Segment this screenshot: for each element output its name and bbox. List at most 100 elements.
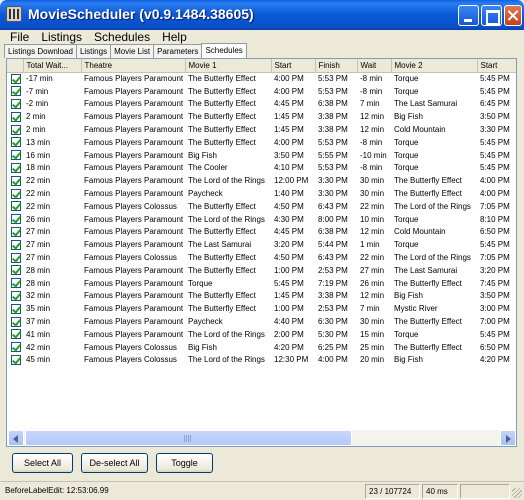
horizontal-scrollbar[interactable] xyxy=(8,430,516,446)
column-header[interactable]: Movie 2 xyxy=(391,59,478,73)
tab-listings-download[interactable]: Listings Download xyxy=(4,44,77,58)
row-checkbox[interactable] xyxy=(11,162,21,173)
table-row[interactable]: 32 min Famous Players Paramount The Butter… xyxy=(7,290,516,303)
row-checkbox[interactable] xyxy=(11,265,21,276)
table-cell: 1:00 PM xyxy=(274,304,304,314)
table-row[interactable]: 22 min Famous Players Colossus The Butterf… xyxy=(7,200,516,213)
table-cell: 4:00 PM xyxy=(480,189,510,199)
table-row[interactable]: 35 min Famous Players Paramount The Butter… xyxy=(7,302,516,315)
row-checkbox[interactable] xyxy=(11,98,21,109)
table-cell: 4:00 PM xyxy=(274,137,304,147)
table-row[interactable]: 18 min Famous Players Paramount The Cooler… xyxy=(7,162,516,175)
table-row[interactable]: 26 min Famous Players Paramount The Lord o… xyxy=(7,213,516,226)
table-cell: Famous Players Colossus xyxy=(84,342,177,352)
row-checkbox[interactable] xyxy=(11,111,21,122)
column-header[interactable] xyxy=(7,59,24,73)
row-checkbox[interactable] xyxy=(11,124,21,135)
table-cell: -8 min xyxy=(360,86,383,96)
table-cell: 6:25 PM xyxy=(318,342,348,352)
table-row[interactable]: 28 min Famous Players Paramount Torque 5:45… xyxy=(7,277,516,290)
scroll-right-button[interactable] xyxy=(500,430,516,446)
schedule-grid[interactable]: Total Wait... Theatre Movie 1 Start Finish Wa… xyxy=(6,58,517,447)
menu-listings[interactable]: Listings xyxy=(35,30,88,44)
table-row[interactable]: 13 min Famous Players Paramount The Butter… xyxy=(7,136,516,149)
table-row[interactable]: 42 min Famous Players Colossus Big Fish 4:2… xyxy=(7,341,516,354)
row-checkbox[interactable] xyxy=(11,175,21,186)
row-checkbox[interactable] xyxy=(11,239,21,250)
row-checkbox[interactable] xyxy=(11,137,21,148)
menu-help[interactable]: Help xyxy=(156,30,193,44)
table-row[interactable]: 22 min Famous Players Paramount The Lord o… xyxy=(7,174,516,187)
row-checkbox[interactable] xyxy=(11,86,21,97)
table-cell: 12 min xyxy=(360,291,385,301)
table-row[interactable]: 45 min Famous Players Colossus The Lord of… xyxy=(7,354,516,367)
column-header[interactable]: Total Wait... xyxy=(23,59,82,73)
table-row[interactable]: -7 min Famous Players Paramount The Butter… xyxy=(7,85,516,98)
table-row[interactable]: 27 min Famous Players Paramount The Butter… xyxy=(7,226,516,239)
tab-schedules[interactable]: Schedules xyxy=(201,43,247,58)
row-checkbox[interactable] xyxy=(11,278,21,289)
resize-grip[interactable] xyxy=(512,488,522,498)
title-bar[interactable]: MovieScheduler (v0.9.1484.38605) xyxy=(0,0,524,30)
tab-movie-list[interactable]: Movie List xyxy=(110,44,155,58)
maximize-button[interactable] xyxy=(481,5,502,26)
menu-schedules[interactable]: Schedules xyxy=(88,30,156,44)
table-cell: 4:00 PM xyxy=(318,355,348,365)
row-checkbox[interactable] xyxy=(11,214,21,225)
table-cell: 6:50 PM xyxy=(480,342,510,352)
deselect-all-button[interactable]: De-select All xyxy=(81,453,148,473)
minimize-button[interactable] xyxy=(458,5,479,26)
table-row[interactable]: 27 min Famous Players Paramount The Last S… xyxy=(7,238,516,251)
row-checkbox-cell xyxy=(7,187,23,200)
row-checkbox[interactable] xyxy=(11,354,21,365)
row-checkbox[interactable] xyxy=(11,290,21,301)
table-row[interactable]: 2 min Famous Players Paramount The Butterf… xyxy=(7,123,516,136)
row-checkbox[interactable] xyxy=(11,226,21,237)
table-cell: 4:20 PM xyxy=(274,342,304,352)
row-checkbox[interactable] xyxy=(11,303,21,314)
table-cell: Famous Players Paramount xyxy=(84,163,184,173)
table-row[interactable]: -2 min Famous Players Paramount The Butter… xyxy=(7,98,516,111)
table-row[interactable]: 16 min Famous Players Paramount Big Fish 3:… xyxy=(7,149,516,162)
table-row[interactable]: 2 min Famous Players Paramount The Butterf… xyxy=(7,110,516,123)
select-all-button[interactable]: Select All xyxy=(12,453,73,473)
toggle-button[interactable]: Toggle xyxy=(156,453,213,473)
tab-parameters[interactable]: Parameters xyxy=(153,44,203,58)
table-cell: Torque xyxy=(394,74,419,84)
table-cell: Big Fish xyxy=(188,342,217,352)
table-row[interactable]: -17 min Famous Players Paramount The Butte… xyxy=(7,72,516,85)
table-cell: 2:53 PM xyxy=(318,304,348,314)
row-checkbox[interactable] xyxy=(11,201,21,212)
row-checkbox-cell xyxy=(7,72,23,85)
table-cell: 27 min xyxy=(26,227,51,237)
table-row[interactable]: 27 min Famous Players Colossus The Butterf… xyxy=(7,251,516,264)
table-cell: 13 min xyxy=(26,137,51,147)
column-header[interactable]: Wait xyxy=(357,59,392,73)
column-header[interactable]: Start xyxy=(271,59,316,73)
column-header[interactable]: Finish xyxy=(315,59,358,73)
close-button[interactable] xyxy=(504,5,522,26)
table-cell: Big Fish xyxy=(394,112,423,122)
column-header[interactable]: Start xyxy=(477,59,516,73)
row-checkbox[interactable] xyxy=(11,252,21,263)
table-cell: 4:00 PM xyxy=(480,176,510,186)
menu-file[interactable]: File xyxy=(4,30,35,44)
table-row[interactable]: 41 min Famous Players Paramount The Lord o… xyxy=(7,328,516,341)
scroll-thumb[interactable] xyxy=(25,430,352,446)
row-checkbox[interactable] xyxy=(11,150,21,161)
table-cell: Famous Players Paramount xyxy=(84,317,184,327)
table-row[interactable]: 22 min Famous Players Paramount Paycheck 1:… xyxy=(7,187,516,200)
row-checkbox[interactable] xyxy=(11,188,21,199)
scroll-left-button[interactable] xyxy=(8,430,24,446)
row-checkbox[interactable] xyxy=(11,329,21,340)
row-checkbox[interactable] xyxy=(11,342,21,353)
table-row[interactable]: 37 min Famous Players Paramount Paycheck 4:… xyxy=(7,315,516,328)
column-header[interactable]: Movie 1 xyxy=(185,59,272,73)
table-cell: 3:20 PM xyxy=(480,265,510,275)
tab-listings[interactable]: Listings xyxy=(75,44,112,58)
row-checkbox[interactable] xyxy=(11,73,21,84)
table-row[interactable]: 28 min Famous Players Paramount The Butter… xyxy=(7,264,516,277)
row-checkbox[interactable] xyxy=(11,316,21,327)
app-icon[interactable] xyxy=(6,6,22,22)
column-header[interactable]: Theatre xyxy=(81,59,186,73)
